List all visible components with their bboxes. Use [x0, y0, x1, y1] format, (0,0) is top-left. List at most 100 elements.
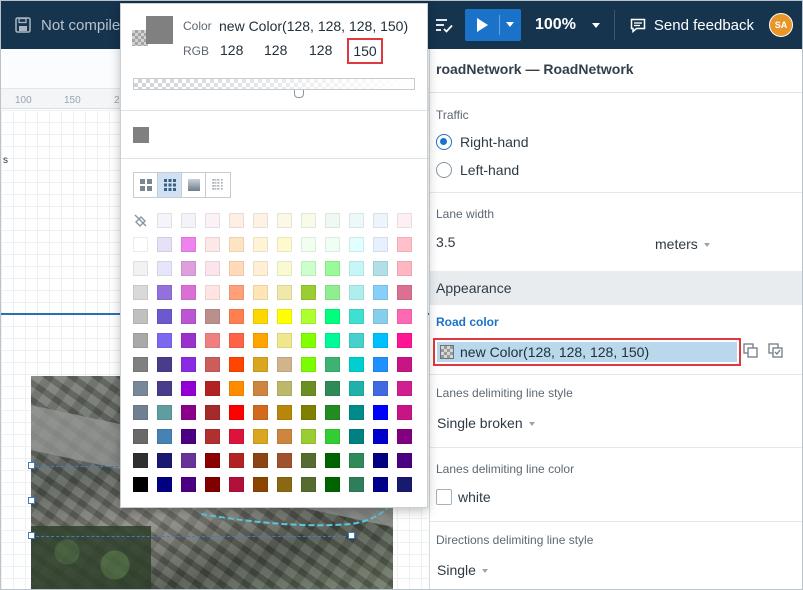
- palette-color-swatch[interactable]: [205, 213, 220, 228]
- palette-color-swatch[interactable]: [133, 477, 148, 492]
- palette-color-swatch[interactable]: [253, 357, 268, 372]
- palette-color-swatch[interactable]: [397, 357, 412, 372]
- palette-color-swatch[interactable]: [205, 453, 220, 468]
- appearance-section-header[interactable]: Appearance: [430, 271, 802, 305]
- palette-color-swatch[interactable]: [373, 333, 388, 348]
- palette-color-swatch[interactable]: [157, 285, 172, 300]
- palette-color-swatch[interactable]: [229, 285, 244, 300]
- palette-color-swatch[interactable]: [157, 381, 172, 396]
- zoom-dropdown[interactable]: 100%: [535, 16, 600, 34]
- alpha-slider-thumb[interactable]: [294, 90, 304, 98]
- traffic-option-right-hand[interactable]: Right-hand: [436, 134, 529, 150]
- palette-color-swatch[interactable]: [229, 477, 244, 492]
- palette-color-swatch[interactable]: [253, 261, 268, 276]
- palette-color-swatch[interactable]: [181, 405, 196, 420]
- palette-color-swatch[interactable]: [397, 261, 412, 276]
- palette-color-swatch[interactable]: [277, 381, 292, 396]
- palette-color-swatch[interactable]: [205, 405, 220, 420]
- palette-color-swatch[interactable]: [349, 237, 364, 252]
- palette-color-swatch[interactable]: [349, 381, 364, 396]
- palette-color-swatch[interactable]: [181, 285, 196, 300]
- palette-color-swatch[interactable]: [253, 381, 268, 396]
- palette-color-swatch[interactable]: [157, 357, 172, 372]
- palette-color-swatch[interactable]: [373, 453, 388, 468]
- palette-color-swatch[interactable]: [301, 381, 316, 396]
- palette-color-swatch[interactable]: [277, 357, 292, 372]
- palette-color-swatch[interactable]: [277, 285, 292, 300]
- palette-color-swatch[interactable]: [277, 453, 292, 468]
- palette-color-swatch[interactable]: [301, 429, 316, 444]
- palette-color-swatch[interactable]: [373, 213, 388, 228]
- palette-color-swatch[interactable]: [205, 429, 220, 444]
- palette-color-swatch[interactable]: [397, 309, 412, 324]
- palette-color-swatch[interactable]: [157, 429, 172, 444]
- palette-color-swatch[interactable]: [277, 309, 292, 324]
- palette-color-swatch[interactable]: [205, 333, 220, 348]
- palette-color-swatch[interactable]: [157, 405, 172, 420]
- palette-color-swatch[interactable]: [229, 309, 244, 324]
- palette-color-swatch[interactable]: [349, 285, 364, 300]
- palette-color-swatch[interactable]: [277, 333, 292, 348]
- palette-color-swatch[interactable]: [229, 453, 244, 468]
- palette-color-swatch[interactable]: [325, 405, 340, 420]
- palette-color-swatch[interactable]: [349, 477, 364, 492]
- palette-color-swatch[interactable]: [349, 213, 364, 228]
- palette-color-swatch[interactable]: [325, 429, 340, 444]
- palette-color-swatch[interactable]: [277, 477, 292, 492]
- palette-color-swatch[interactable]: [373, 237, 388, 252]
- palette-color-swatch[interactable]: [301, 285, 316, 300]
- palette-color-swatch[interactable]: [301, 477, 316, 492]
- directions-line-style-dropdown[interactable]: Single: [437, 562, 488, 578]
- no-color-icon[interactable]: [133, 213, 148, 228]
- palette-color-swatch[interactable]: [301, 405, 316, 420]
- palette-color-swatch[interactable]: [181, 453, 196, 468]
- palette-color-swatch[interactable]: [373, 429, 388, 444]
- resize-handle[interactable]: [28, 497, 35, 504]
- copy-icon[interactable]: [743, 343, 758, 358]
- tab-gradient[interactable]: [182, 173, 206, 197]
- palette-color-swatch[interactable]: [397, 285, 412, 300]
- lanes-line-color-field[interactable]: white: [436, 489, 491, 505]
- road-color-field[interactable]: new Color(128, 128, 128, 150): [433, 338, 741, 366]
- palette-color-swatch[interactable]: [205, 237, 220, 252]
- palette-color-swatch[interactable]: [205, 381, 220, 396]
- recent-color-swatch[interactable]: [133, 127, 149, 143]
- palette-color-swatch[interactable]: [229, 213, 244, 228]
- palette-color-swatch[interactable]: [133, 309, 148, 324]
- palette-color-swatch[interactable]: [325, 333, 340, 348]
- palette-color-swatch[interactable]: [253, 477, 268, 492]
- palette-color-swatch[interactable]: [349, 333, 364, 348]
- palette-color-swatch[interactable]: [181, 309, 196, 324]
- resize-handle[interactable]: [348, 532, 355, 539]
- palette-color-swatch[interactable]: [277, 261, 292, 276]
- lanes-line-style-dropdown[interactable]: Single broken: [437, 415, 535, 431]
- palette-color-swatch[interactable]: [373, 261, 388, 276]
- palette-color-swatch[interactable]: [253, 333, 268, 348]
- palette-color-swatch[interactable]: [325, 237, 340, 252]
- palette-color-swatch[interactable]: [229, 381, 244, 396]
- palette-color-swatch[interactable]: [277, 213, 292, 228]
- palette-color-swatch[interactable]: [181, 237, 196, 252]
- palette-color-swatch[interactable]: [157, 333, 172, 348]
- palette-color-swatch[interactable]: [253, 237, 268, 252]
- palette-color-swatch[interactable]: [397, 237, 412, 252]
- tab-texture[interactable]: [206, 173, 230, 197]
- palette-color-swatch[interactable]: [205, 477, 220, 492]
- palette-color-swatch[interactable]: [373, 405, 388, 420]
- color-value-input[interactable]: new Color(128, 128, 128, 150): [219, 18, 408, 34]
- palette-color-swatch[interactable]: [349, 405, 364, 420]
- resize-handle[interactable]: [28, 462, 35, 469]
- palette-color-swatch[interactable]: [133, 333, 148, 348]
- palette-color-swatch[interactable]: [133, 261, 148, 276]
- palette-color-swatch[interactable]: [397, 381, 412, 396]
- palette-color-swatch[interactable]: [133, 429, 148, 444]
- palette-color-swatch[interactable]: [205, 261, 220, 276]
- red-input[interactable]: 128: [220, 42, 243, 58]
- palette-color-swatch[interactable]: [349, 453, 364, 468]
- palette-color-swatch[interactable]: [253, 309, 268, 324]
- palette-color-swatch[interactable]: [325, 285, 340, 300]
- palette-color-swatch[interactable]: [133, 237, 148, 252]
- palette-color-swatch[interactable]: [301, 453, 316, 468]
- palette-color-swatch[interactable]: [301, 213, 316, 228]
- palette-color-swatch[interactable]: [301, 357, 316, 372]
